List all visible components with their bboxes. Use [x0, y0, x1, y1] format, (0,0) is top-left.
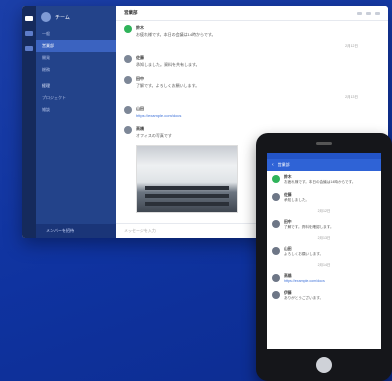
message-text: 承知しました。資料を共有します。	[136, 62, 200, 67]
back-arrow-icon[interactable]: ‹	[272, 162, 274, 168]
avatar[interactable]	[272, 193, 280, 201]
date-separator: 2月13日	[317, 236, 331, 240]
workspace-header[interactable]: チーム	[36, 6, 116, 28]
workspace-avatar	[41, 12, 51, 22]
message-text: お疲れ様です。本日の会議は14時からです。	[136, 32, 216, 37]
phone-message-item: 伊藤 ありがとうございます。	[267, 287, 381, 305]
date-separator: 2月13日	[345, 95, 358, 99]
message-author: 鈴木	[136, 25, 144, 30]
office-photo-attachment[interactable]	[136, 145, 238, 213]
date-separator: 2月12日	[345, 44, 358, 48]
workspace-switch-icon[interactable]	[25, 31, 33, 36]
channel-title: 営業部	[124, 10, 138, 15]
date-separator: 2月12日	[317, 209, 331, 213]
message-author: 佐藤	[136, 55, 144, 60]
message-author: 田中	[136, 76, 144, 81]
smartphone: ‹ 営業部 鈴木 お疲れ様です。本日の会議は14時からです。 佐藤 承知しました…	[256, 133, 392, 381]
home-button[interactable]	[316, 357, 332, 373]
message-text: 承知しました。	[284, 198, 310, 202]
phone-nav-bar: ‹ 営業部	[267, 159, 381, 171]
message-item: 鈴木 お疲れ様です。本日の会議は14時からです。	[116, 21, 388, 42]
message-author: 高橋	[136, 126, 144, 131]
workspace-switch-icon[interactable]	[25, 16, 33, 21]
message-author: 山田	[136, 106, 144, 111]
sidebar-channel-1[interactable]: 営業部	[36, 40, 116, 52]
phone-speaker	[316, 142, 332, 145]
sidebar-channel-3[interactable]: 総務	[36, 64, 116, 76]
sidebar-channel-6[interactable]: 雑談	[36, 104, 116, 116]
search-icon[interactable]	[357, 11, 362, 15]
message-text: オフィスの写真です	[136, 133, 172, 138]
message-item: 田中 了解です。よろしくお願いします。	[116, 72, 388, 93]
avatar[interactable]	[272, 291, 280, 299]
message-text: お疲れ様です。本日の会議は14時からです。	[284, 180, 356, 184]
phone-message-item: 高橋 https://example.com/docs	[267, 270, 381, 287]
sidebar-channel-4[interactable]: 経理	[36, 80, 116, 92]
phone-message-item: 田中 了解です。資料を確認します。	[267, 216, 381, 234]
chat-topbar: 営業部	[116, 6, 388, 21]
avatar[interactable]	[124, 126, 132, 134]
avatar[interactable]	[272, 220, 280, 228]
members-icon[interactable]	[366, 11, 371, 15]
sidebar-channel-2[interactable]: 開発	[36, 52, 116, 64]
sidebar-channel-5[interactable]: プロジェクト	[36, 92, 116, 104]
channel-sidebar: チーム 一般 営業部 開発 総務 経理 プロジェクト 雑談 メンバーを招待	[36, 6, 116, 238]
workspace-rail	[22, 6, 36, 238]
phone-message-item: 佐藤 承知しました。	[267, 189, 381, 207]
message-text: ありがとうございます。	[284, 296, 324, 300]
phone-message-item: 山田 よろしくお願いします。	[267, 243, 381, 261]
invite-members-button[interactable]: メンバーを招待	[36, 224, 116, 238]
message-item: 山田 https://example.com/docs	[116, 102, 388, 122]
avatar[interactable]	[272, 175, 280, 183]
avatar[interactable]	[124, 76, 132, 84]
message-text: 了解です。よろしくお願いします。	[136, 83, 200, 88]
avatar[interactable]	[272, 274, 280, 282]
phone-message-item: 鈴木 お疲れ様です。本日の会議は14時からです。	[267, 171, 381, 189]
sidebar-channel-0[interactable]: 一般	[36, 28, 116, 40]
avatar[interactable]	[272, 247, 280, 255]
avatar[interactable]	[124, 55, 132, 63]
message-text: よろしくお願いします。	[284, 252, 324, 256]
avatar[interactable]	[124, 106, 132, 114]
message-link[interactable]: https://example.com/docs	[136, 113, 181, 118]
message-text: 了解です。資料を確認します。	[284, 225, 334, 229]
message-item: 佐藤 承知しました。資料を共有します。	[116, 51, 388, 72]
workspace-switch-icon[interactable]	[25, 46, 33, 51]
settings-icon[interactable]	[375, 11, 380, 15]
message-link[interactable]: https://example.com/docs	[284, 279, 325, 283]
workspace-name: チーム	[55, 14, 70, 21]
date-separator: 2月14日	[317, 263, 331, 267]
phone-channel-title: 営業部	[277, 162, 290, 167]
avatar[interactable]	[124, 25, 132, 33]
phone-screen: ‹ 営業部 鈴木 お疲れ様です。本日の会議は14時からです。 佐藤 承知しました…	[267, 153, 381, 349]
